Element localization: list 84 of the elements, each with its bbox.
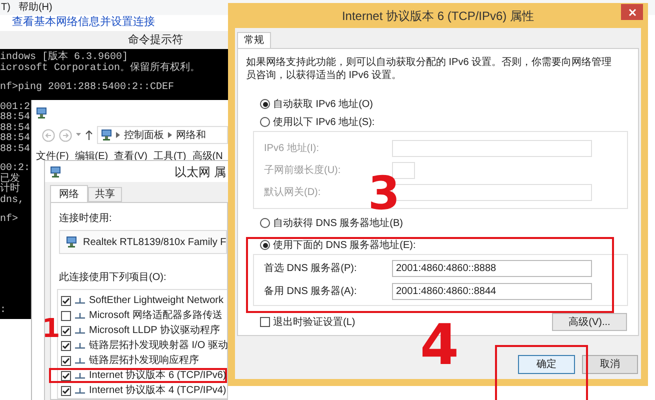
- field-label: 首选 DNS 服务器(P):: [264, 262, 358, 276]
- radio-button[interactable]: [260, 240, 270, 250]
- dialog-button[interactable]: 确定: [518, 355, 575, 374]
- link[interactable]: 查看基本网络信息并设置连接: [12, 16, 155, 29]
- up-arrow-icon[interactable]: [85, 130, 93, 140]
- description: 如果网络支持此功能，则可以自动获取分配的 IPv6 设置。否则，你需要向网络管理员咨询，以获得适当的 IPv6 设置。: [246, 56, 613, 82]
- input-field[interactable]: 2001:4860:4860::8888: [392, 260, 592, 277]
- protocol-icon: [75, 342, 85, 349]
- field-label: IPv6 地址(I):: [264, 142, 320, 156]
- checkbox[interactable]: [61, 296, 71, 306]
- console-line: indows [版本 6.3.9600]: [0, 53, 128, 63]
- console-line: nf>: [0, 215, 18, 226]
- checkbox[interactable]: [61, 356, 71, 366]
- tab[interactable]: 网络: [50, 185, 88, 202]
- breadcrumb-item[interactable]: 控制面板: [124, 128, 164, 142]
- console-line: 00:2:: [0, 164, 30, 174]
- address-bar[interactable]: 控制面板 网络和: [97, 126, 228, 144]
- tab[interactable]: 共享: [88, 187, 122, 202]
- network-icon: [36, 106, 47, 118]
- radio-button[interactable]: [260, 117, 270, 127]
- checkbox-label[interactable]: 退出时验证设置(L): [273, 314, 356, 330]
- network-adapter-icon: [50, 166, 61, 178]
- annotation-number: 4: [420, 318, 459, 374]
- console-line: 计时: [0, 185, 20, 195]
- checkbox[interactable]: [61, 386, 71, 396]
- item-label[interactable]: 链路层拓扑发现响应程序: [89, 356, 199, 366]
- checkbox[interactable]: [61, 370, 71, 380]
- radio-label[interactable]: 自动获取 IPv6 地址(O): [273, 96, 374, 112]
- checkbox[interactable]: [61, 310, 71, 320]
- radio-button[interactable]: [260, 99, 270, 109]
- caret-icon[interactable]: [76, 133, 81, 137]
- checkbox[interactable]: [61, 326, 71, 336]
- item-label[interactable]: Microsoft 网络适配器多路传送: [89, 310, 222, 320]
- window-title: 以太网 属: [174, 164, 227, 180]
- radio-label[interactable]: 自动获得 DNS 服务器地址(B): [273, 216, 403, 230]
- protocol-icon: [75, 372, 85, 379]
- console-line: 88:54: [0, 113, 30, 123]
- console-line: 88:54: [0, 134, 30, 144]
- console-line: icrosoft Corporation。保留所有权利。: [0, 64, 200, 74]
- chevron-icon: [168, 132, 172, 138]
- input-field[interactable]: [392, 140, 592, 156]
- protocol-icon: [75, 357, 85, 364]
- label: 连接时使用:: [59, 212, 113, 226]
- console-line: :: [0, 306, 6, 316]
- dialog-button[interactable]: 取消: [582, 355, 638, 374]
- radio-label[interactable]: 使用下面的 DNS 服务器地址(E):: [273, 238, 416, 252]
- adapter-name: Realtek RTL8139/810x Family F: [83, 236, 226, 250]
- item-label[interactable]: Microsoft LLDP 协议驱动程序: [89, 326, 220, 336]
- menu-item[interactable]: T): [1, 2, 10, 12]
- menu-item[interactable]: 高级(N: [192, 148, 223, 164]
- item-label[interactable]: Internet 协议版本 4 (TCP/IPv4): [89, 386, 226, 396]
- advanced-button[interactable]: 高级(V)...: [552, 313, 627, 331]
- protocol-icon: [75, 297, 85, 304]
- protocol-icon: [75, 327, 85, 334]
- input-field[interactable]: 2001:4860:4860::8844: [392, 283, 592, 300]
- dialog-title: Internet 协议版本 6 (TCP/IPv6) 属性: [342, 8, 534, 24]
- label: 此连接使用下列项目(O):: [59, 270, 168, 285]
- field-label: 默认网关(D):: [264, 186, 322, 200]
- checkbox[interactable]: [61, 340, 71, 350]
- radio-button[interactable]: [260, 218, 270, 228]
- protocol-icon: [75, 387, 85, 394]
- field-label: 子网前缀长度(U):: [264, 164, 342, 178]
- field-label: 备用 DNS 服务器(A):: [264, 285, 358, 299]
- console-line: 88:54: [0, 144, 30, 155]
- menu-item[interactable]: 帮助(H): [18, 2, 52, 12]
- tab[interactable]: 常规: [237, 32, 271, 48]
- protocol-icon: [75, 312, 85, 319]
- window-title: 命令提示符: [128, 32, 183, 48]
- breadcrumb-item[interactable]: 网络和: [176, 128, 206, 142]
- close-button[interactable]: [621, 4, 643, 20]
- radio-label[interactable]: 使用以下 IPv6 地址(S):: [273, 114, 375, 130]
- close-icon: [628, 8, 636, 16]
- annotation-number: 1: [42, 316, 60, 342]
- checkbox[interactable]: [260, 317, 270, 327]
- console-line: 88:54: [0, 124, 30, 134]
- console-line: dns,: [0, 196, 24, 206]
- control-panel-icon: [101, 129, 112, 141]
- network-adapter-icon: [66, 236, 77, 248]
- console-line: nf>ping 2001:288:5400:2::CDEF: [0, 83, 174, 94]
- chevron-icon: [116, 132, 120, 138]
- console-line: 001:2: [0, 102, 30, 112]
- item-label[interactable]: 链路层拓扑发现映射器 I/O 驱动: [89, 340, 228, 350]
- annotation-number: 3: [368, 170, 400, 216]
- item-label[interactable]: SoftEther Lightweight Network: [89, 296, 224, 306]
